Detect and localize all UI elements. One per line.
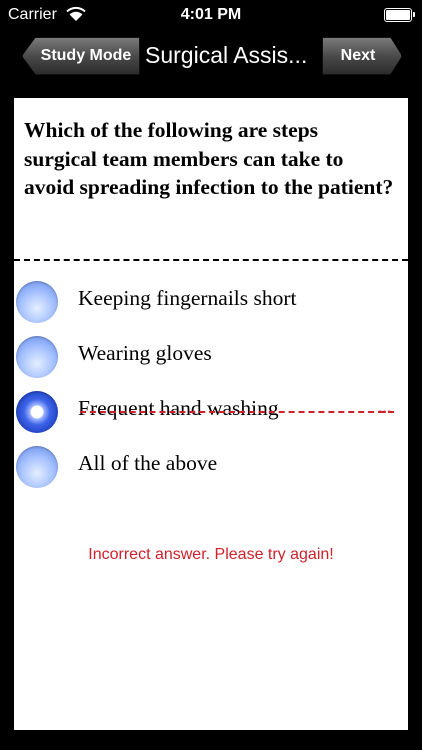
answer-label: Wearing gloves — [78, 341, 212, 365]
answer-label: Frequent hand washing — [78, 396, 279, 420]
strikethrough-ellipsis: ... — [378, 400, 392, 417]
radio-button-selected[interactable] — [16, 391, 58, 433]
radio-button[interactable] — [16, 336, 58, 378]
study-mode-back-button[interactable]: Study Mode — [22, 37, 140, 75]
battery-icon — [384, 8, 415, 22]
answer-option-4[interactable]: All of the above — [14, 443, 408, 491]
answer-option-2[interactable]: Wearing gloves — [14, 333, 408, 381]
answer-label: Keeping fingernails short — [78, 286, 297, 310]
radio-button[interactable] — [16, 281, 58, 323]
page-title: Surgical Assis... — [145, 42, 308, 68]
next-button[interactable]: Next — [322, 37, 402, 75]
status-bar: Carrier 4:01 PM — [0, 0, 422, 32]
question-card: Which of the following are steps surgica… — [14, 98, 408, 730]
dashed-divider — [14, 259, 408, 261]
feedback-message: Incorrect answer. Please try again! — [88, 546, 334, 563]
question-text: Which of the following are steps surgica… — [24, 118, 394, 199]
radio-button[interactable] — [16, 446, 58, 488]
answer-label: All of the above — [78, 451, 218, 475]
answer-option-3[interactable]: Frequent hand washing ... — [14, 388, 408, 436]
answer-option-1[interactable]: Keeping fingernails short — [14, 278, 408, 326]
wrong-answer-strikethrough — [80, 411, 394, 413]
navigation-bar: Study Mode Surgical Assis... Next — [0, 32, 422, 82]
status-time: 4:01 PM — [180, 6, 242, 23]
